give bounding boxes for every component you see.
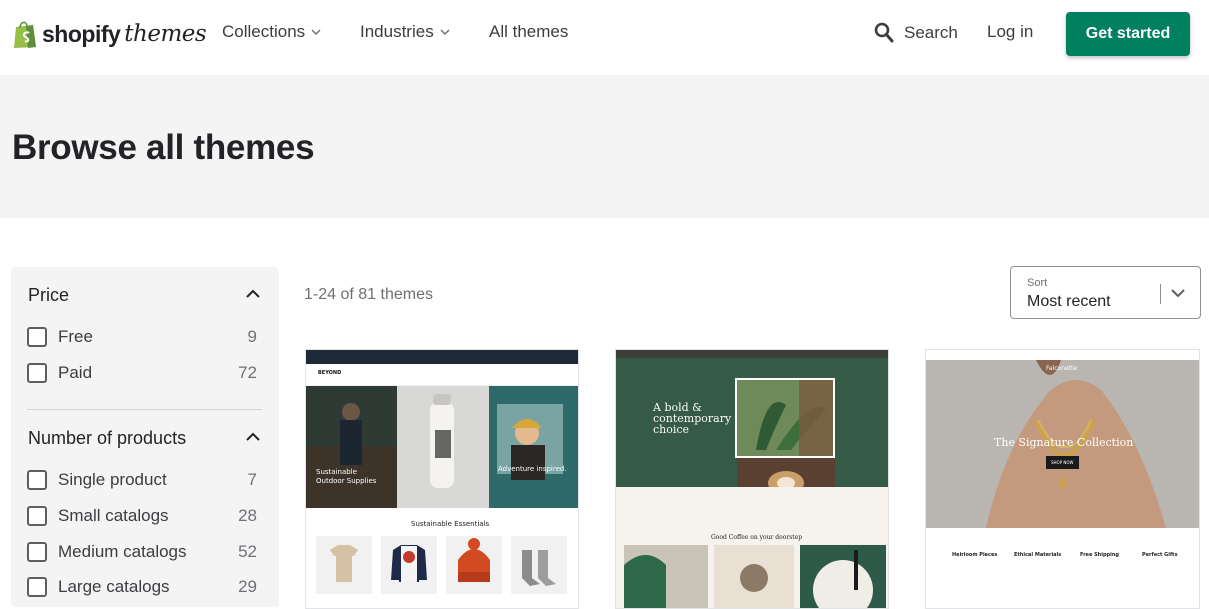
filter-option-label: Small catalogs [58, 506, 169, 525]
chevron-down-icon [1171, 289, 1185, 298]
theme-preview-image [926, 350, 1199, 608]
filter-option-count: 52 [238, 542, 257, 561]
sort-separator [1160, 284, 1161, 304]
theme-hero-left-text: Sustainable Outdoor Supplies [316, 468, 377, 485]
theme-hero-right-text: Adventure inspired. [498, 465, 567, 473]
shopify-bag-icon [14, 21, 36, 48]
filter-price-title[interactable]: Price [28, 285, 69, 306]
theme-heading: A bold & contemporary choice [653, 401, 732, 436]
theme-brand: BEYOND [318, 370, 342, 376]
filter-option-label: Medium catalogs [58, 542, 187, 561]
nav-all-themes[interactable]: All themes [489, 22, 568, 42]
get-started-button[interactable]: Get started [1066, 12, 1190, 56]
sort-label: Sort [1027, 277, 1048, 289]
filter-option-free[interactable]: Free 9 [27, 326, 257, 348]
theme-shop-button: SHOP NOW [1051, 460, 1074, 465]
divider [27, 409, 262, 410]
theme-feature: Heirloom Pieces [952, 552, 998, 558]
theme-card-falconette[interactable]: Falconette The Signature Collection SHOP… [925, 349, 1200, 609]
nav-collections-label: Collections [222, 22, 306, 41]
nav-industries[interactable]: Industries [360, 22, 450, 42]
sort-value: Most recent [1027, 293, 1111, 310]
nav-all-themes-label: All themes [489, 22, 569, 41]
login-link[interactable]: Log in [987, 22, 1033, 42]
chevron-up-icon[interactable] [246, 432, 260, 441]
filter-option-label: Paid [58, 363, 93, 382]
checkbox[interactable] [27, 542, 47, 562]
checkbox[interactable] [27, 470, 47, 490]
filter-option-large-catalogs[interactable]: Large catalogs 29 [27, 576, 257, 598]
filter-option-count: 7 [247, 470, 257, 489]
theme-feature: Free Shipping [1080, 552, 1119, 558]
theme-section-title: Good Coffee on your doorstep [711, 534, 803, 541]
nav-industries-label: Industries [360, 22, 434, 41]
filter-option-label: Free [58, 327, 93, 346]
filter-option-medium-catalogs[interactable]: Medium catalogs 52 [27, 541, 257, 563]
nav-collections[interactable]: Collections [222, 22, 321, 42]
filter-option-small-catalogs[interactable]: Small catalogs 28 [27, 505, 257, 527]
theme-feature: Perfect Gifts [1142, 552, 1178, 558]
theme-hero-title: The Signature Collection [994, 436, 1134, 449]
filter-option-label: Large catalogs [58, 577, 170, 596]
chevron-down-icon [311, 29, 321, 36]
site-header: shopify themes Collections Industries Al… [0, 0, 1209, 75]
filter-products-title[interactable]: Number of products [28, 428, 186, 449]
filter-option-single-product[interactable]: Single product 7 [27, 469, 257, 491]
checkbox[interactable] [27, 577, 47, 597]
checkbox[interactable] [27, 506, 47, 526]
filters-sidebar: Price Free 9 Paid 72 Number of products … [11, 267, 279, 607]
filter-option-count: 29 [238, 577, 257, 596]
shopify-themes-logo[interactable]: shopify themes [12, 16, 207, 52]
hero-banner: Browse all themes [0, 75, 1209, 218]
results-count: 1-24 of 81 themes [304, 286, 433, 303]
sort-select[interactable]: Sort Most recent [1010, 266, 1201, 319]
chevron-up-icon[interactable] [246, 289, 260, 298]
theme-brand: Falconette [1046, 365, 1078, 372]
logo-suffix-text: themes [124, 21, 207, 47]
search-icon [874, 22, 894, 43]
filter-option-count: 72 [238, 363, 257, 382]
checkbox[interactable] [27, 363, 47, 383]
theme-feature: Ethical Materials [1014, 552, 1062, 558]
checkbox[interactable] [27, 327, 47, 347]
filter-option-label: Single product [58, 470, 167, 489]
search-button[interactable]: Search [874, 22, 958, 44]
logo-brand-text: shopify [42, 20, 121, 47]
filter-option-count: 9 [247, 327, 257, 346]
search-label: Search [904, 23, 958, 42]
page-title: Browse all themes [12, 128, 315, 167]
theme-card-coffee[interactable]: A bold & contemporary choice Good Coffee… [615, 349, 889, 609]
theme-section-title: Sustainable Essentials [411, 520, 490, 528]
filter-option-count: 28 [238, 506, 257, 525]
theme-card-beyond[interactable]: BEYOND Sustainable Outdoor Supplies Adve… [305, 349, 579, 609]
filter-option-paid[interactable]: Paid 72 [27, 362, 257, 384]
theme-preview-image [616, 350, 888, 608]
chevron-down-icon [440, 29, 450, 36]
